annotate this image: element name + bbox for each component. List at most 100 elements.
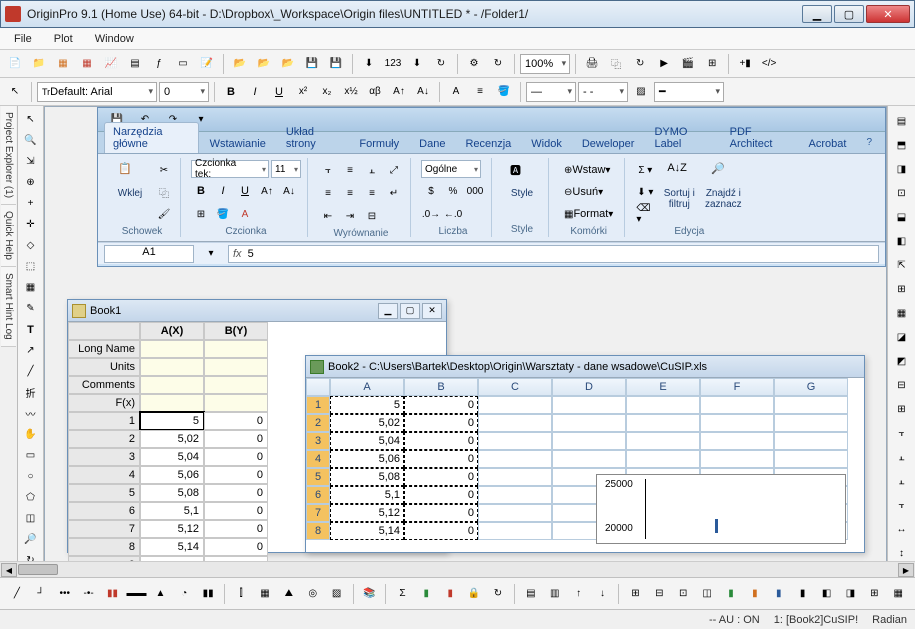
cell[interactable] bbox=[140, 394, 204, 412]
shrink-font-icon[interactable]: A↓ bbox=[279, 181, 299, 201]
book1-maximize[interactable]: ▢ bbox=[400, 303, 420, 319]
zoom-combo[interactable]: 100% bbox=[520, 54, 570, 74]
col-e[interactable]: E bbox=[626, 378, 700, 396]
name-box[interactable]: A1 bbox=[104, 245, 194, 263]
ext-tool-3-icon[interactable]: ⊡ bbox=[672, 583, 694, 605]
cell[interactable]: 5,1 bbox=[140, 502, 204, 520]
cell[interactable] bbox=[700, 414, 774, 432]
copy-icon[interactable]: ⿻ bbox=[154, 182, 174, 202]
row-hdr[interactable]: 1 bbox=[306, 396, 330, 414]
double-y-icon[interactable]: ⫿ bbox=[230, 583, 252, 605]
formula-input[interactable]: fx 5 bbox=[228, 245, 879, 263]
corner[interactable] bbox=[306, 378, 330, 396]
col-header-b[interactable]: B(Y) bbox=[204, 322, 268, 340]
cell[interactable] bbox=[552, 432, 626, 450]
col-d[interactable]: D bbox=[552, 378, 626, 396]
recalc-mode-icon[interactable]: ↻ bbox=[487, 583, 509, 605]
slide-show-icon[interactable]: ▶ bbox=[653, 53, 675, 75]
tab-smart-hint[interactable]: Smart Hint Log bbox=[1, 267, 16, 347]
orientation-icon[interactable]: ⤢ bbox=[384, 160, 404, 180]
row-hdr[interactable]: 7 bbox=[68, 520, 140, 538]
template-lib-icon[interactable]: 📚 bbox=[359, 583, 381, 605]
extract-icon[interactable]: ⇱ bbox=[891, 254, 913, 276]
meta-comments[interactable]: Comments bbox=[68, 376, 140, 394]
meta-longname[interactable]: Long Name bbox=[68, 340, 140, 358]
book2-window[interactable]: Book2 - C:\Users\Bartek\Desktop\Origin\W… bbox=[305, 355, 865, 553]
scroll-thumb[interactable] bbox=[18, 564, 58, 575]
scatter-plot-icon[interactable]: ••• bbox=[54, 583, 76, 605]
import-multiple-icon[interactable]: ⬇ bbox=[406, 53, 428, 75]
italic-icon[interactable]: I bbox=[244, 81, 266, 103]
book1-titlebar[interactable]: Book1 ▁ ▢ ✕ bbox=[68, 300, 446, 322]
row-hdr[interactable]: 3 bbox=[306, 432, 330, 450]
minimize-button[interactable]: ▁ bbox=[802, 5, 832, 23]
polyline-icon[interactable]: 折 bbox=[20, 383, 42, 402]
stats-row-icon[interactable]: Σ bbox=[391, 583, 413, 605]
style-button[interactable]: 🅰 Style bbox=[502, 160, 542, 201]
cell[interactable]: 0 bbox=[404, 504, 478, 522]
cell[interactable] bbox=[700, 432, 774, 450]
new-workbook-icon[interactable]: ▦ bbox=[52, 53, 74, 75]
ext-tool-4-icon[interactable]: ◫ bbox=[696, 583, 718, 605]
duplicate-icon[interactable]: ⿻ bbox=[605, 53, 627, 75]
add-inset-icon[interactable]: ⊡ bbox=[891, 182, 913, 204]
data-selector-icon[interactable]: ◇ bbox=[20, 236, 42, 255]
zoom-in-icon[interactable]: 🔍 bbox=[20, 131, 42, 150]
insert-cell-button[interactable]: ⊕ Wstaw ▾ bbox=[559, 160, 615, 180]
new-excel-icon[interactable]: ▦ bbox=[76, 53, 98, 75]
tab-project-explorer[interactable]: Project Explorer (1) bbox=[1, 106, 16, 205]
increase-indent-icon[interactable]: ⇥ bbox=[340, 206, 360, 226]
region-tool-icon[interactable]: ◫ bbox=[20, 509, 42, 528]
line-tool-icon[interactable]: ╱ bbox=[20, 362, 42, 381]
front-icon[interactable]: ◪ bbox=[891, 326, 913, 348]
row-hdr[interactable]: 2 bbox=[306, 414, 330, 432]
unmask-icon[interactable]: ▮ bbox=[439, 583, 461, 605]
font-color-icon[interactable]: A bbox=[445, 81, 467, 103]
corner-cell[interactable] bbox=[68, 322, 140, 340]
excel-help-icon[interactable]: ? bbox=[859, 131, 879, 153]
open-excel-icon[interactable]: 📂 bbox=[277, 53, 299, 75]
cell[interactable]: 5,02 bbox=[330, 414, 404, 432]
row-stats-icon[interactable]: ▥ bbox=[544, 583, 566, 605]
new-notes-icon[interactable]: 📝 bbox=[196, 53, 218, 75]
clear-icon[interactable]: ⌫ ▾ bbox=[635, 204, 655, 224]
line-pattern-combo[interactable]: ━ bbox=[654, 82, 724, 102]
cell[interactable]: 0 bbox=[404, 396, 478, 414]
workspace-hscroll[interactable]: ◀ ▶ bbox=[0, 561, 915, 577]
freehand-icon[interactable]: 〰 bbox=[20, 404, 42, 423]
cell[interactable] bbox=[478, 450, 552, 468]
ext-tool-5-icon[interactable]: ▮ bbox=[720, 583, 742, 605]
screen-reader-icon[interactable]: + bbox=[20, 194, 42, 213]
save-icon[interactable]: 💾 bbox=[301, 53, 323, 75]
cell[interactable] bbox=[204, 358, 268, 376]
draw-data-icon[interactable]: ✎ bbox=[20, 299, 42, 318]
selection-icon[interactable]: ⬚ bbox=[20, 257, 42, 276]
underline-icon[interactable]: U bbox=[268, 81, 290, 103]
cell[interactable]: 5,12 bbox=[140, 520, 204, 538]
tab-recenzja[interactable]: Recenzja bbox=[456, 134, 520, 153]
align-top-excel-icon[interactable]: ⫟ bbox=[318, 160, 338, 180]
cell[interactable]: 0 bbox=[404, 522, 478, 540]
sort-filter-button[interactable]: A↓Z Sortuj i filtruj bbox=[659, 160, 699, 212]
ext-tool-7-icon[interactable]: ▮ bbox=[768, 583, 790, 605]
line-style-icon[interactable]: ≡ bbox=[469, 81, 491, 103]
pointer-tool-icon[interactable]: ↖ bbox=[20, 110, 42, 129]
new-function-icon[interactable]: ƒ bbox=[148, 53, 170, 75]
merge-cells-icon[interactable]: ⊟ bbox=[362, 206, 382, 226]
print-icon[interactable]: 🖨 bbox=[581, 53, 603, 75]
cell[interactable]: 0 bbox=[404, 432, 478, 450]
row-hdr[interactable]: 5 bbox=[306, 468, 330, 486]
pattern-icon[interactable]: ▨ bbox=[630, 81, 652, 103]
border-icon[interactable]: ⊞ bbox=[191, 204, 211, 224]
cell[interactable] bbox=[626, 396, 700, 414]
align-bot-icon[interactable]: ⫠ bbox=[362, 160, 382, 180]
fill-color-icon[interactable]: 🪣 bbox=[493, 81, 515, 103]
font-name-combo[interactable]: Czcionka tek: bbox=[191, 160, 269, 178]
cell[interactable]: 0 bbox=[404, 414, 478, 432]
meta-fx[interactable]: F(x) bbox=[68, 394, 140, 412]
cut-icon[interactable]: ✂ bbox=[154, 160, 174, 180]
cell[interactable] bbox=[700, 396, 774, 414]
cell[interactable] bbox=[478, 468, 552, 486]
col-c[interactable]: C bbox=[478, 378, 552, 396]
align-mid-icon[interactable]: ≡ bbox=[340, 160, 360, 180]
